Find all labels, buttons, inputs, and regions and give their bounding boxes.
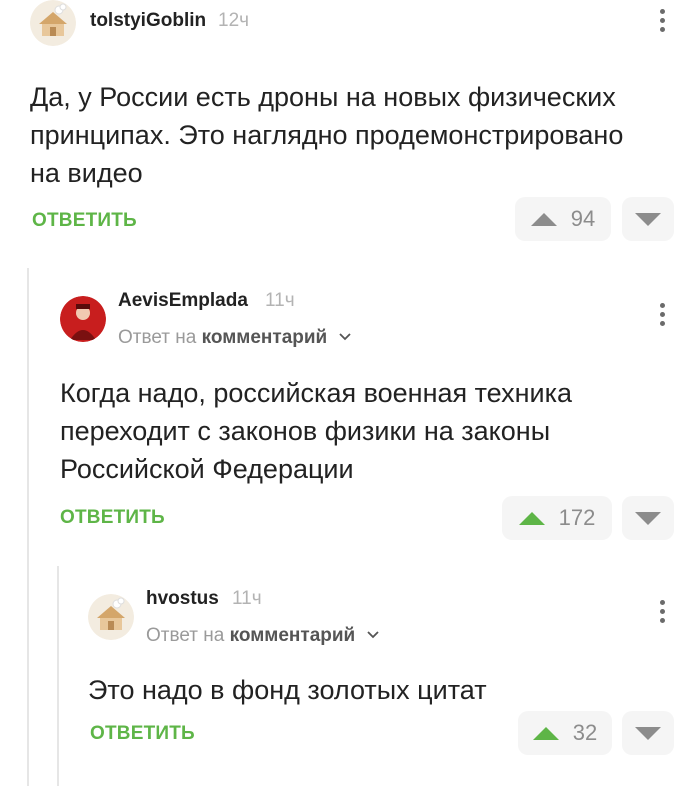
downvote-button[interactable] [622, 711, 674, 755]
username[interactable]: hvostus [146, 588, 219, 610]
downvote-arrow-icon [635, 726, 661, 740]
reply-to-prefix: Ответ на [146, 625, 225, 646]
comment: hvostus 11ч Ответ на комментарий Это над… [0, 0, 700, 786]
comment-text-line: Это надо в фонд золотых цитат [88, 675, 487, 705]
house-avatar-icon[interactable] [88, 594, 134, 640]
comment-time: 11ч [232, 588, 262, 609]
chevron-down-icon[interactable] [366, 623, 379, 645]
more-options-icon[interactable] [658, 600, 666, 626]
reply-button[interactable]: ОТВЕТИТЬ [90, 723, 195, 745]
comment-text: Это надо в фонд золотых цитат [88, 671, 487, 709]
reply-to-link[interactable]: Ответ на комментарий [146, 623, 379, 647]
vote-count: 32 [572, 720, 598, 745]
upvote-arrow-icon [532, 726, 559, 740]
reply-to-target[interactable]: комментарий [230, 625, 356, 646]
upvote-button[interactable]: 32 [518, 711, 612, 755]
